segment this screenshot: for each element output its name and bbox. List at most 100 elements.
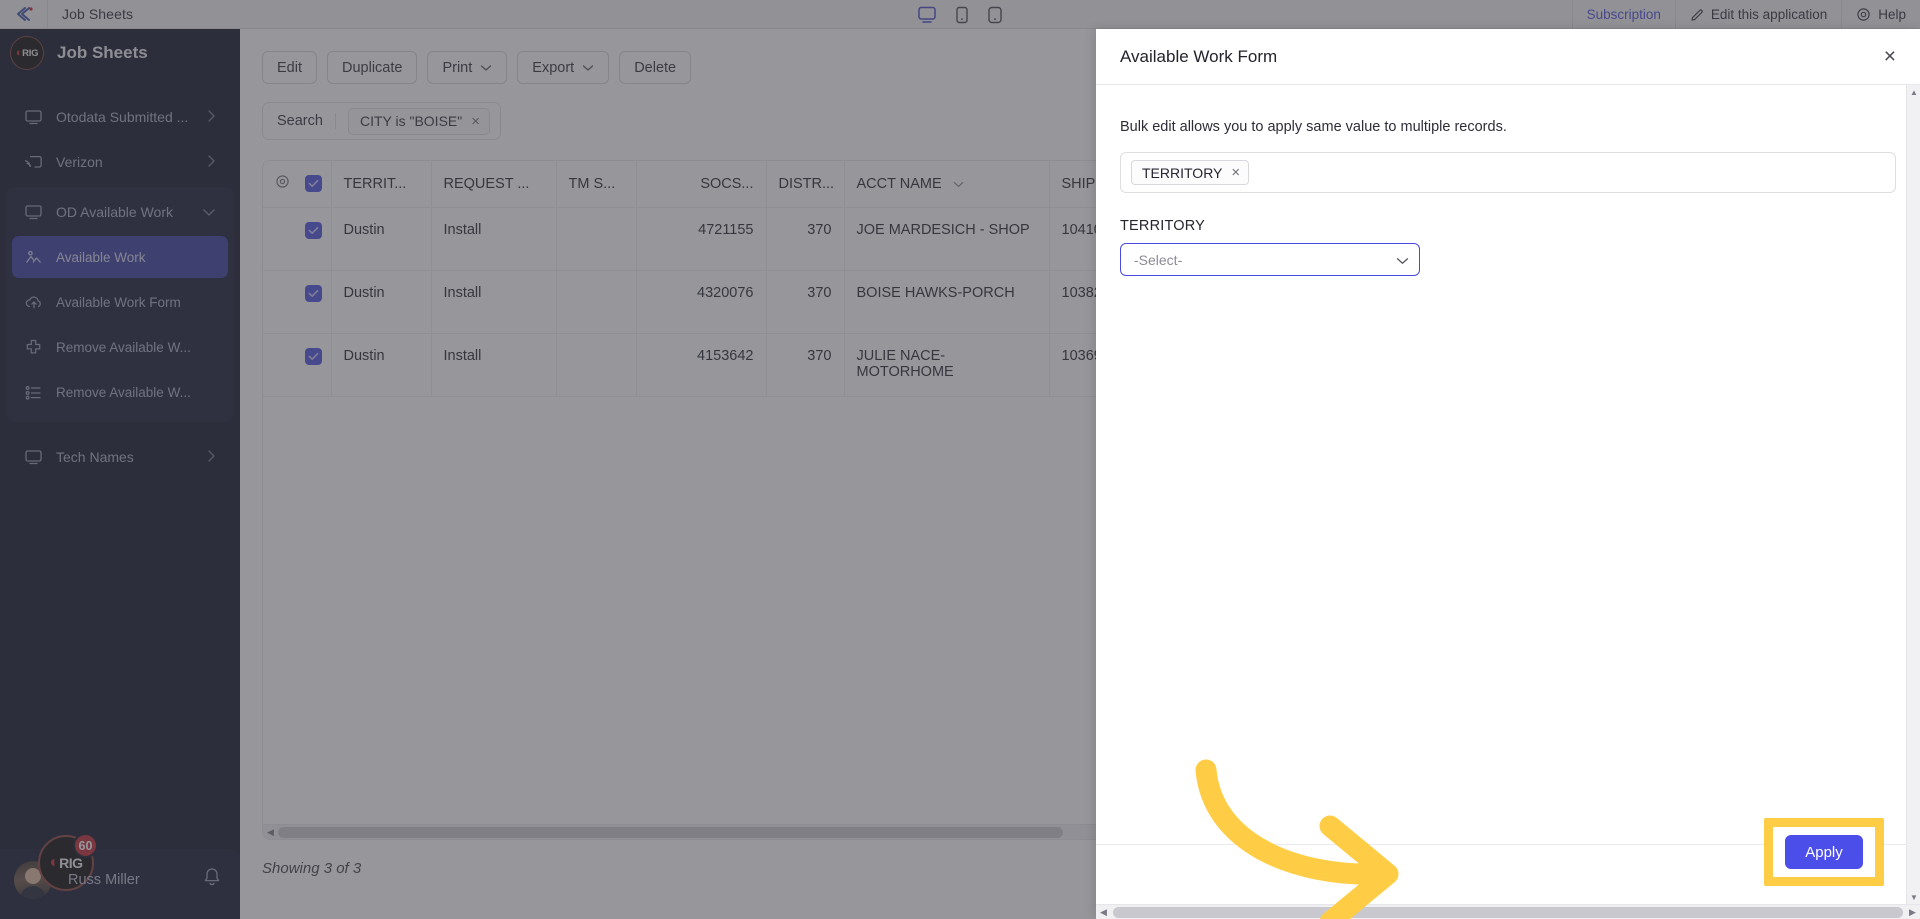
notification-count-badge: 60	[73, 833, 98, 858]
sidebar-item-remove-available-work-2[interactable]: Remove Available W...	[12, 371, 228, 413]
panel-horizontal-scrollbar[interactable]: ◀ ▶	[1096, 904, 1920, 919]
cell-tm	[556, 333, 637, 397]
cell-distr: 370	[766, 333, 845, 397]
cell-acct-name: BOISE HAWKS-PORCH	[844, 270, 1050, 334]
edit-button-label: Edit	[277, 59, 302, 76]
checkbox-checked-icon	[305, 284, 323, 302]
cell-socs: 4721155	[636, 207, 767, 271]
search-filter-chip-label: CITY is "BOISE"	[359, 113, 463, 129]
selected-field-chip-label: TERRITORY	[1142, 164, 1223, 181]
sidebar-item-label: Tech Names	[56, 449, 134, 465]
search-label: Search	[277, 113, 336, 129]
print-button-label: Print	[442, 59, 473, 76]
brand-logo-icon: ◐ RIG	[10, 36, 44, 70]
print-button[interactable]: Print	[427, 51, 508, 84]
cell-tm	[556, 270, 637, 334]
plus-icon	[24, 338, 43, 357]
top-chrome-bar: Job Sheets Subscription Edit this applic…	[0, 0, 1920, 29]
search-bar[interactable]: Search CITY is "BOISE" ×	[262, 102, 501, 140]
territory-select[interactable]: -Select-	[1120, 243, 1420, 276]
column-header-territory[interactable]: TERRIT...	[331, 161, 432, 208]
scroll-left-icon[interactable]: ◀	[1096, 907, 1111, 918]
row-checkbox[interactable]	[297, 207, 332, 271]
column-header-socs[interactable]: SOCS...	[636, 161, 767, 208]
subscription-label: Subscription	[1586, 7, 1661, 22]
close-icon[interactable]: ×	[1884, 46, 1896, 67]
sidebar-item-label: Remove Available W...	[56, 339, 191, 355]
edit-button[interactable]: Edit	[262, 51, 317, 84]
scroll-up-icon[interactable]: ▲	[1907, 85, 1920, 99]
cell-socs: 4320076	[636, 270, 767, 334]
scroll-down-icon[interactable]: ▼	[1907, 890, 1920, 904]
territory-field-label: TERRITORY	[1120, 218, 1206, 234]
cell-request: Install	[431, 333, 557, 397]
column-visibility-toggle[interactable]	[263, 161, 297, 208]
left-sidebar: ◐ RIG Job Sheets Otodata Submitted ... Ve…	[0, 29, 240, 919]
scrollbar-thumb[interactable]	[1113, 906, 1903, 918]
field-multiselect[interactable]: TERRITORY ×	[1120, 152, 1896, 193]
sidebar-user-name: Russ Miller	[68, 872, 140, 888]
help-icon	[1857, 8, 1870, 21]
select-all-checkbox[interactable]	[297, 161, 332, 208]
cell-request: Install	[431, 270, 557, 334]
column-header-acct-name[interactable]: ACCT NAME	[844, 161, 1050, 208]
eye-icon	[276, 175, 289, 188]
panel-header: Available Work Form ×	[1096, 29, 1920, 85]
cell-tm	[556, 207, 637, 271]
sidebar-item-od-available-work[interactable]: OD Available Work	[12, 191, 228, 233]
scroll-left-icon[interactable]: ◀	[263, 827, 278, 838]
row-gutter	[263, 270, 297, 334]
close-icon[interactable]: ×	[1231, 164, 1240, 181]
sidebar-item-label: Verizon	[56, 154, 103, 170]
tablet-icon[interactable]	[955, 6, 969, 24]
org-badge-text: RIG	[59, 855, 83, 871]
search-filter-chip[interactable]: CITY is "BOISE" ×	[347, 107, 490, 135]
panel-vertical-scrollbar[interactable]: ▲ ▼	[1906, 85, 1920, 904]
help-button[interactable]: Help	[1841, 0, 1920, 29]
checkbox-checked-icon	[305, 175, 323, 193]
sidebar-item-available-work-form[interactable]: Available Work Form	[12, 281, 228, 323]
sidebar-item-otodata-submitted[interactable]: Otodata Submitted ...	[12, 96, 228, 138]
subscription-link[interactable]: Subscription	[1571, 0, 1675, 29]
apply-button[interactable]: Apply	[1785, 835, 1863, 869]
sidebar-nav: Otodata Submitted ... Verizon OD Availab…	[0, 77, 240, 841]
sidebar-item-label: OD Available Work	[56, 204, 173, 220]
column-header-tm[interactable]: TM S...	[556, 161, 637, 208]
territory-select-value: -Select-	[1134, 251, 1183, 268]
checkbox-checked-icon	[305, 221, 323, 239]
export-button[interactable]: Export	[517, 51, 610, 84]
bell-icon[interactable]	[202, 867, 222, 893]
cell-territory: Dustin	[331, 207, 432, 271]
edit-application-label: Edit this application	[1710, 7, 1828, 22]
column-header-distr[interactable]: DISTR...	[766, 161, 845, 208]
edit-application-button[interactable]: Edit this application	[1674, 0, 1841, 29]
column-header-request[interactable]: REQUEST ...	[431, 161, 557, 208]
selected-field-chip[interactable]: TERRITORY ×	[1131, 160, 1250, 185]
row-checkbox[interactable]	[297, 270, 332, 334]
chevron-down-icon	[480, 60, 492, 76]
platform-logo[interactable]	[0, 0, 48, 29]
sidebar-item-tech-names[interactable]: Tech Names	[12, 436, 228, 478]
avatar[interactable]: ◐ RIG 60	[14, 833, 98, 899]
sidebar-item-available-work[interactable]: Available Work	[12, 236, 228, 278]
scrollbar-thumb[interactable]	[278, 826, 1063, 838]
panel-title: Available Work Form	[1120, 46, 1278, 66]
sidebar-item-verizon[interactable]: Verizon	[12, 141, 228, 183]
bulk-edit-note: Bulk edit allows you to apply same value…	[1120, 119, 1507, 135]
sidebar-brand[interactable]: ◐ RIG Job Sheets	[0, 29, 240, 77]
chevron-down-icon	[1396, 252, 1409, 268]
delete-button[interactable]: Delete	[619, 51, 692, 84]
duplicate-button[interactable]: Duplicate	[327, 51, 418, 84]
sidebar-item-label: Otodata Submitted ...	[56, 109, 189, 125]
mobile-icon[interactable]	[987, 6, 1003, 24]
column-header-label: DISTR...	[778, 175, 835, 192]
chevron-down-icon	[953, 176, 964, 192]
desktop-icon[interactable]	[917, 6, 937, 24]
sidebar-item-remove-available-work-1[interactable]: Remove Available W...	[12, 326, 228, 368]
row-checkbox[interactable]	[297, 333, 332, 397]
cell-territory: Dustin	[331, 333, 432, 397]
chevron-right-icon	[207, 109, 216, 126]
close-icon[interactable]: ×	[471, 113, 480, 130]
scroll-right-icon[interactable]: ▶	[1905, 907, 1920, 918]
sidebar-user-footer[interactable]: ◐ RIG 60 Russ Miller	[0, 833, 240, 919]
